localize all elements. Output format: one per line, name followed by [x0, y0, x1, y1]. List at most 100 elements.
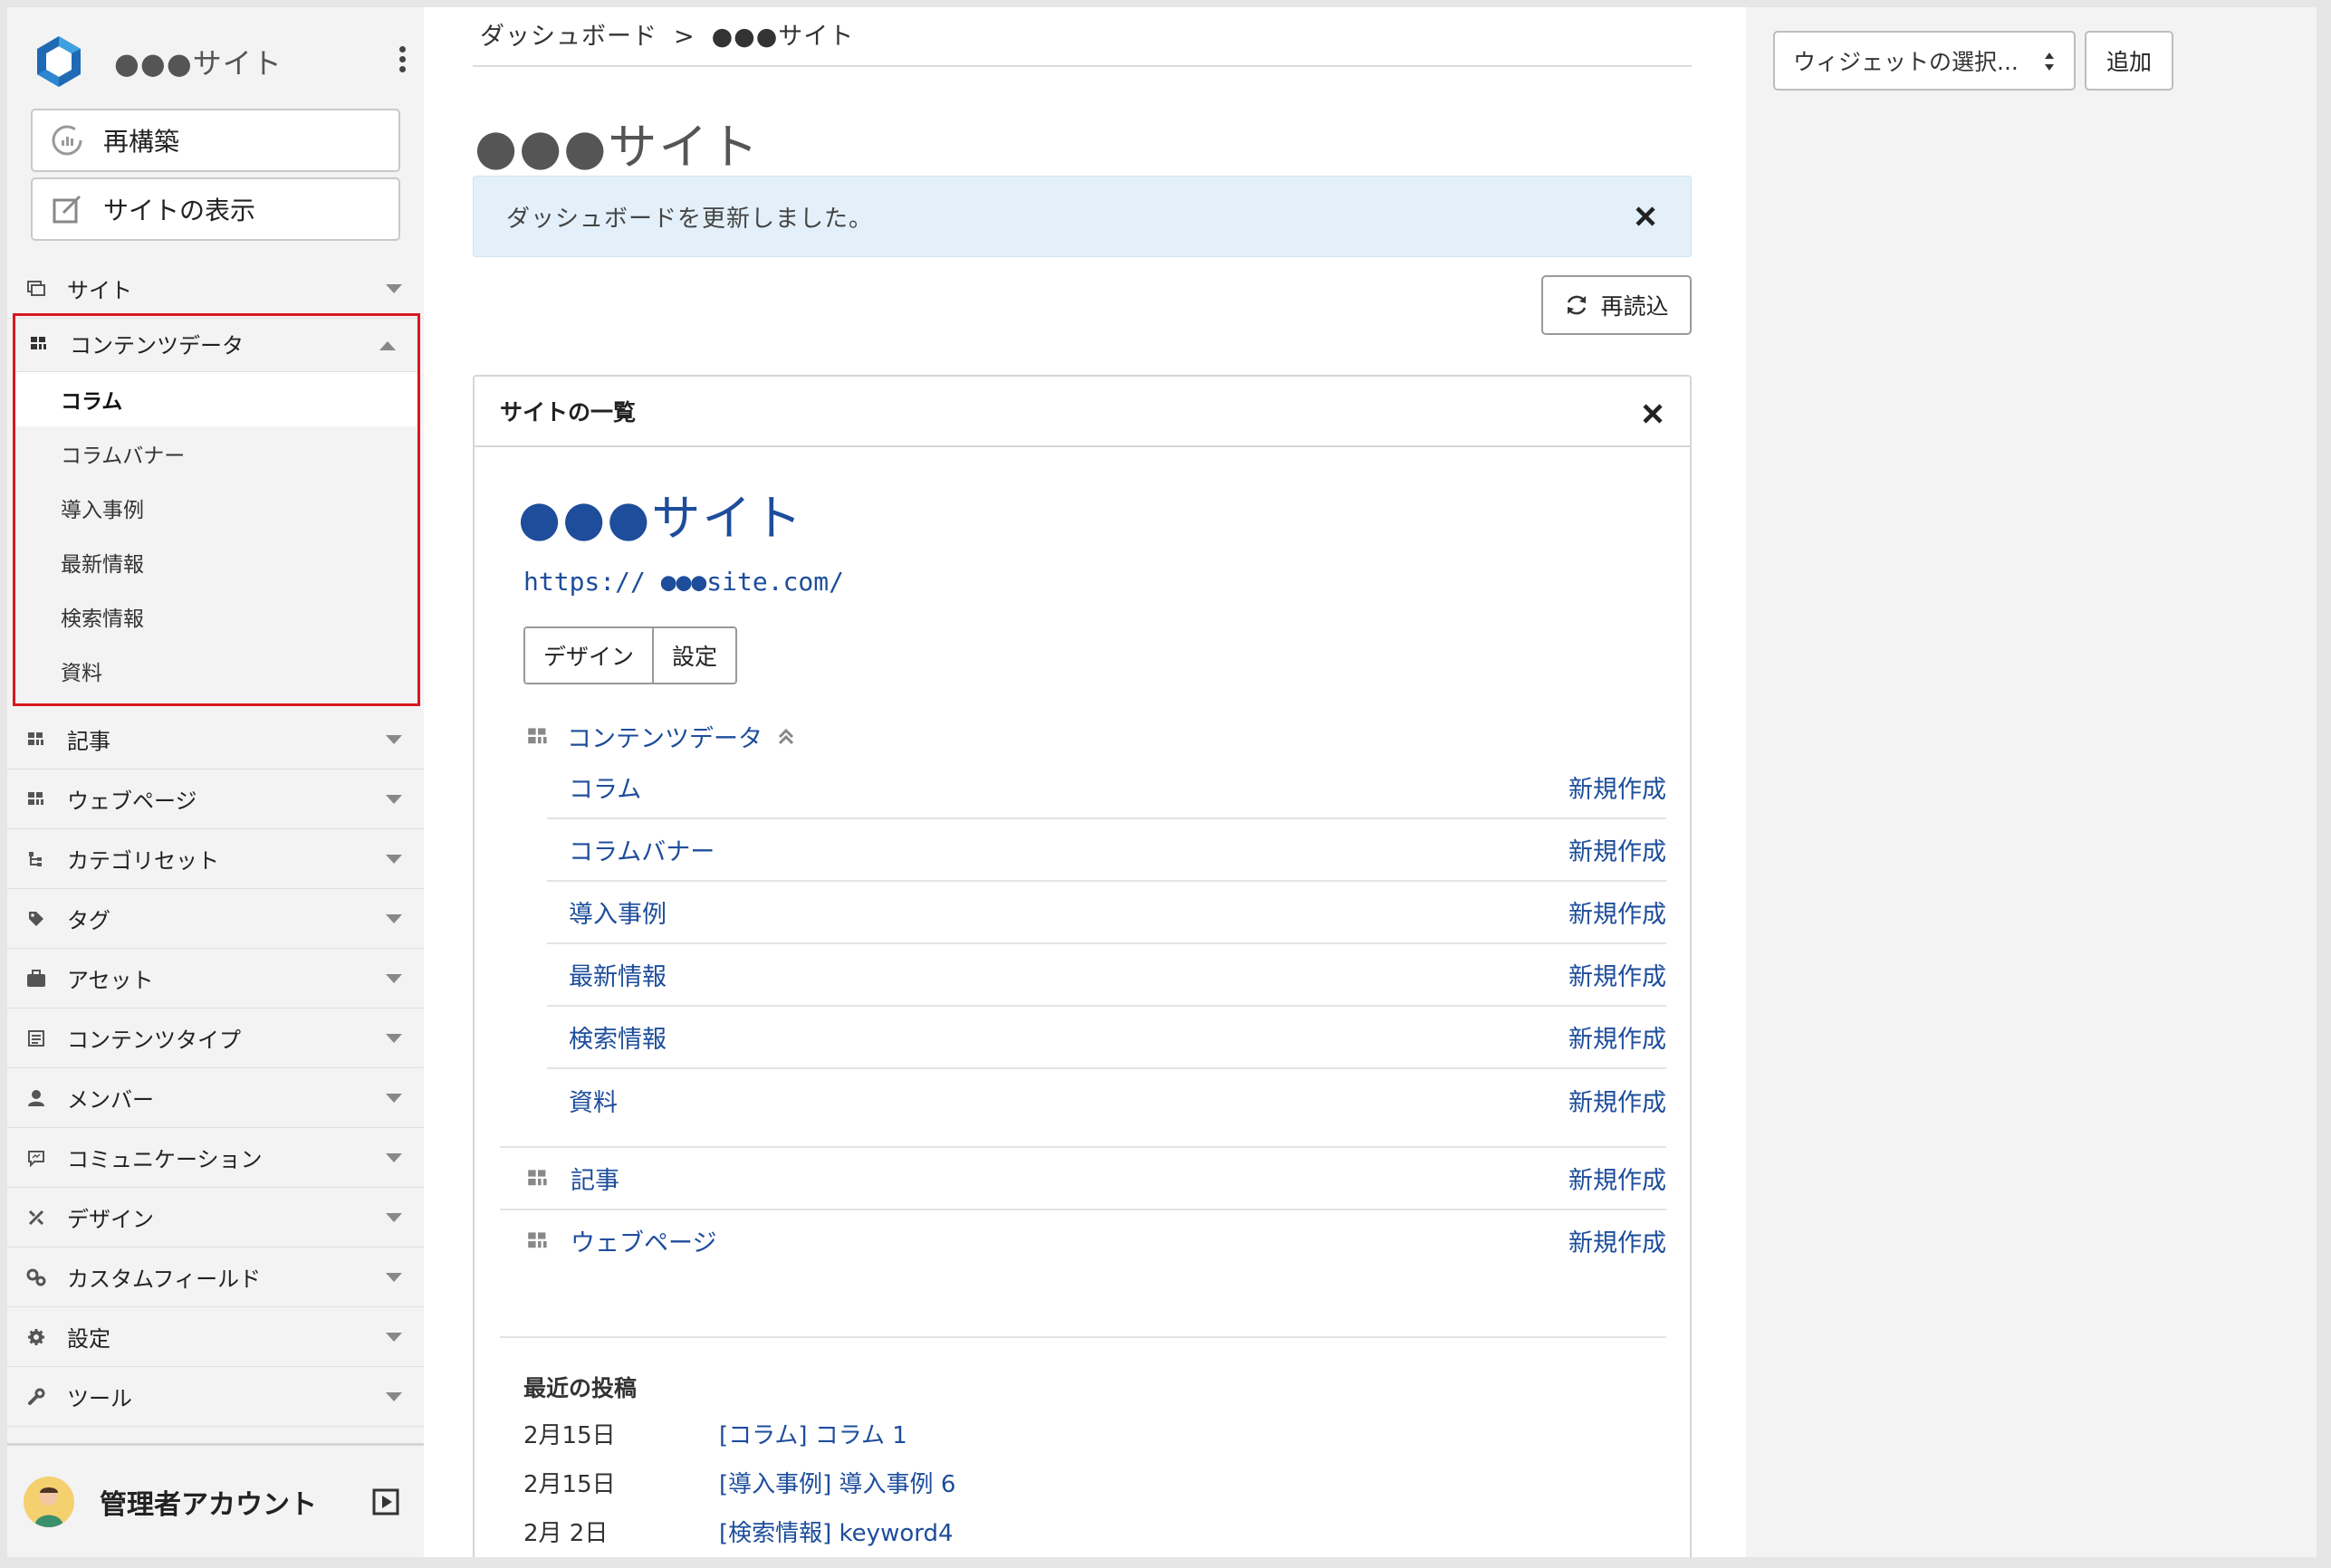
more-menu-icon[interactable] [393, 43, 411, 80]
sidebar-item-settings[interactable]: 設定 [7, 1307, 424, 1367]
new-entry-link[interactable]: 新規作成 [1568, 770, 1666, 805]
avatar[interactable] [24, 1476, 74, 1527]
sidebar-item-entries[interactable]: 記事 [7, 710, 424, 770]
external-edit-icon [53, 195, 82, 224]
content-data-toggle[interactable]: コンテンツデータ [527, 719, 797, 754]
sidebar: ●●●サイト 再構築 サイトの表示 サイト コンテンツデータ コラム コラムバナ… [7, 7, 424, 1557]
sidebar-item-tools[interactable]: ツール [7, 1367, 424, 1427]
widget-select[interactable]: ウィジェットの選択... [1773, 31, 2076, 91]
chevron-down-icon [386, 1213, 402, 1222]
new-entry-link[interactable]: 新規作成 [1568, 1083, 1666, 1118]
sidebar-item-site[interactable]: サイト [7, 259, 424, 319]
list-item: コラム 新規作成 [547, 757, 1666, 819]
chevron-down-icon [386, 1273, 402, 1282]
sidebar-item-custom-fields[interactable]: カスタムフィールド [7, 1248, 424, 1307]
list-item: 2月 2日 [検索情報] keyword4 [523, 1506, 1610, 1555]
content-data-rows: コラム 新規作成 コラムバナー 新規作成 導入事例 新規作成 最新情報 新規作成 検索情… [547, 757, 1666, 1132]
sidebar-subitem-search-info[interactable]: 検索情報 [15, 589, 417, 644]
reload-label: 再読込 [1600, 293, 1669, 320]
site-url-link[interactable]: https:// ●●●site.com/ [523, 567, 844, 597]
sidebar-item-content-types[interactable]: コンテンツタイプ [7, 1009, 424, 1068]
alert-text: ダッシュボードを更新しました。 [506, 205, 874, 233]
new-entry-link[interactable]: 新規作成 [1568, 1223, 1666, 1258]
content-type-link[interactable]: コラムバナー [569, 832, 715, 867]
reload-button[interactable]: 再読込 [1541, 275, 1692, 335]
post-link[interactable]: [コラム] コラム 1 [719, 1417, 907, 1450]
rebuild-button[interactable]: 再構築 [31, 109, 400, 172]
sidebar-item-webpages[interactable]: ウェブページ [7, 770, 424, 829]
view-site-button[interactable]: サイトの表示 [31, 177, 400, 241]
logout-icon[interactable] [371, 1487, 400, 1516]
new-entry-link[interactable]: 新規作成 [1568, 957, 1666, 992]
content-type-link[interactable]: コラム [569, 770, 641, 805]
entries-link[interactable]: 記事 [571, 1161, 619, 1196]
sidebar-item-label: アセット [67, 968, 154, 993]
sidebar-subitem-case-studies[interactable]: 導入事例 [15, 481, 417, 535]
list-item: 資料 新規作成 [547, 1069, 1666, 1132]
success-alert: ダッシュボードを更新しました。 [473, 176, 1692, 257]
new-entry-link[interactable]: 新規作成 [1568, 894, 1666, 930]
app-frame: ●●●サイト 再構築 サイトの表示 サイト コンテンツデータ コラム コラムバナ… [7, 7, 2317, 1557]
webpages-link[interactable]: ウェブページ [571, 1223, 716, 1258]
content-type-link[interactable]: 導入事例 [569, 894, 667, 930]
sidebar-item-assets[interactable]: アセット [7, 949, 424, 1009]
sidebar-subitem-column-banner[interactable]: コラムバナー [15, 426, 417, 481]
new-entry-link[interactable]: 新規作成 [1568, 1161, 1666, 1196]
sidebar-item-content-data[interactable]: コンテンツデータ [15, 316, 417, 372]
gears-icon [25, 1267, 47, 1288]
account-area: 管理者アカウント [7, 1443, 424, 1557]
new-entry-link[interactable]: 新規作成 [1568, 1019, 1666, 1055]
divider [473, 65, 1692, 67]
sidebar-item-design[interactable]: デザイン [7, 1188, 424, 1248]
recent-posts-title: 最近の投稿 [523, 1375, 638, 1401]
sidebar-item-members[interactable]: メンバー [7, 1068, 424, 1128]
account-name[interactable]: 管理者アカウント [100, 1482, 317, 1522]
sidebar-subitem-news[interactable]: 最新情報 [15, 535, 417, 589]
chevron-down-icon [386, 1094, 402, 1103]
chevron-down-icon [386, 284, 402, 293]
content-type-link[interactable]: 資料 [569, 1083, 618, 1118]
post-link[interactable]: [検索情報] keyword4 [719, 1515, 954, 1548]
content-data-group: コンテンツデータ コラム コラムバナー 導入事例 最新情報 検索情報 資料 [13, 313, 420, 706]
chevron-down-icon [386, 914, 402, 923]
panel-title: サイトの一覧 [500, 399, 637, 425]
content-type-link[interactable]: 検索情報 [569, 1019, 667, 1055]
site-title[interactable]: ●●●サイト [114, 41, 283, 82]
grid-icon [528, 1231, 547, 1248]
sidebar-nav: サイト [7, 259, 424, 319]
tree-icon [25, 848, 47, 870]
sidebar-item-label: 設定 [67, 1326, 110, 1352]
comment-icon [25, 1147, 47, 1169]
chevron-up-icon[interactable] [379, 341, 396, 350]
wrench-icon [25, 1386, 47, 1408]
chevron-down-icon [386, 1153, 402, 1162]
post-date: 2月15日 [523, 1470, 616, 1498]
post-link[interactable]: [導入事例] 導入事例 6 [719, 1466, 955, 1499]
sidebar-item-communication[interactable]: コミュニケーション [7, 1128, 424, 1188]
chevron-down-icon [386, 735, 402, 744]
site-name-link[interactable]: ●●●サイト [518, 478, 803, 550]
post-date: 2月15日 [523, 1421, 616, 1449]
new-entry-link[interactable]: 新規作成 [1568, 832, 1666, 867]
sidebar-item-label: タグ [67, 908, 110, 933]
breadcrumb-dashboard[interactable]: ダッシュボード [480, 23, 657, 51]
add-widget-button[interactable]: 追加 [2085, 31, 2173, 91]
chevron-down-icon [386, 1392, 402, 1401]
breadcrumb-site: ●●●サイト [711, 23, 855, 51]
sidebar-item-label: コンテンツタイプ [67, 1028, 241, 1053]
recent-posts-list: 2月15日 [コラム] コラム 1 2月15日 [導入事例] 導入事例 6 2月 2… [523, 1409, 1610, 1555]
sidebar-nav-rest: 記事 ウェブページ カテゴリセット タグ アセット コンテンツタイプ メンバー … [7, 710, 424, 1427]
sidebar-item-tags[interactable]: タグ [7, 889, 424, 949]
sidebar-item-category-sets[interactable]: カテゴリセット [7, 829, 424, 889]
grid-icon [528, 727, 547, 743]
brand-logo-icon[interactable] [31, 33, 87, 90]
double-chevron-up-icon [778, 728, 794, 744]
design-button[interactable]: デザイン [525, 628, 653, 683]
sidebar-subitem-column[interactable]: コラム [15, 372, 417, 426]
close-icon[interactable] [1631, 202, 1660, 231]
site-action-buttons: デザイン 設定 [523, 626, 738, 684]
content-type-link[interactable]: 最新情報 [569, 957, 667, 992]
close-icon[interactable] [1639, 400, 1666, 427]
sidebar-subitem-documents[interactable]: 資料 [15, 644, 417, 698]
settings-button[interactable]: 設定 [652, 628, 736, 683]
